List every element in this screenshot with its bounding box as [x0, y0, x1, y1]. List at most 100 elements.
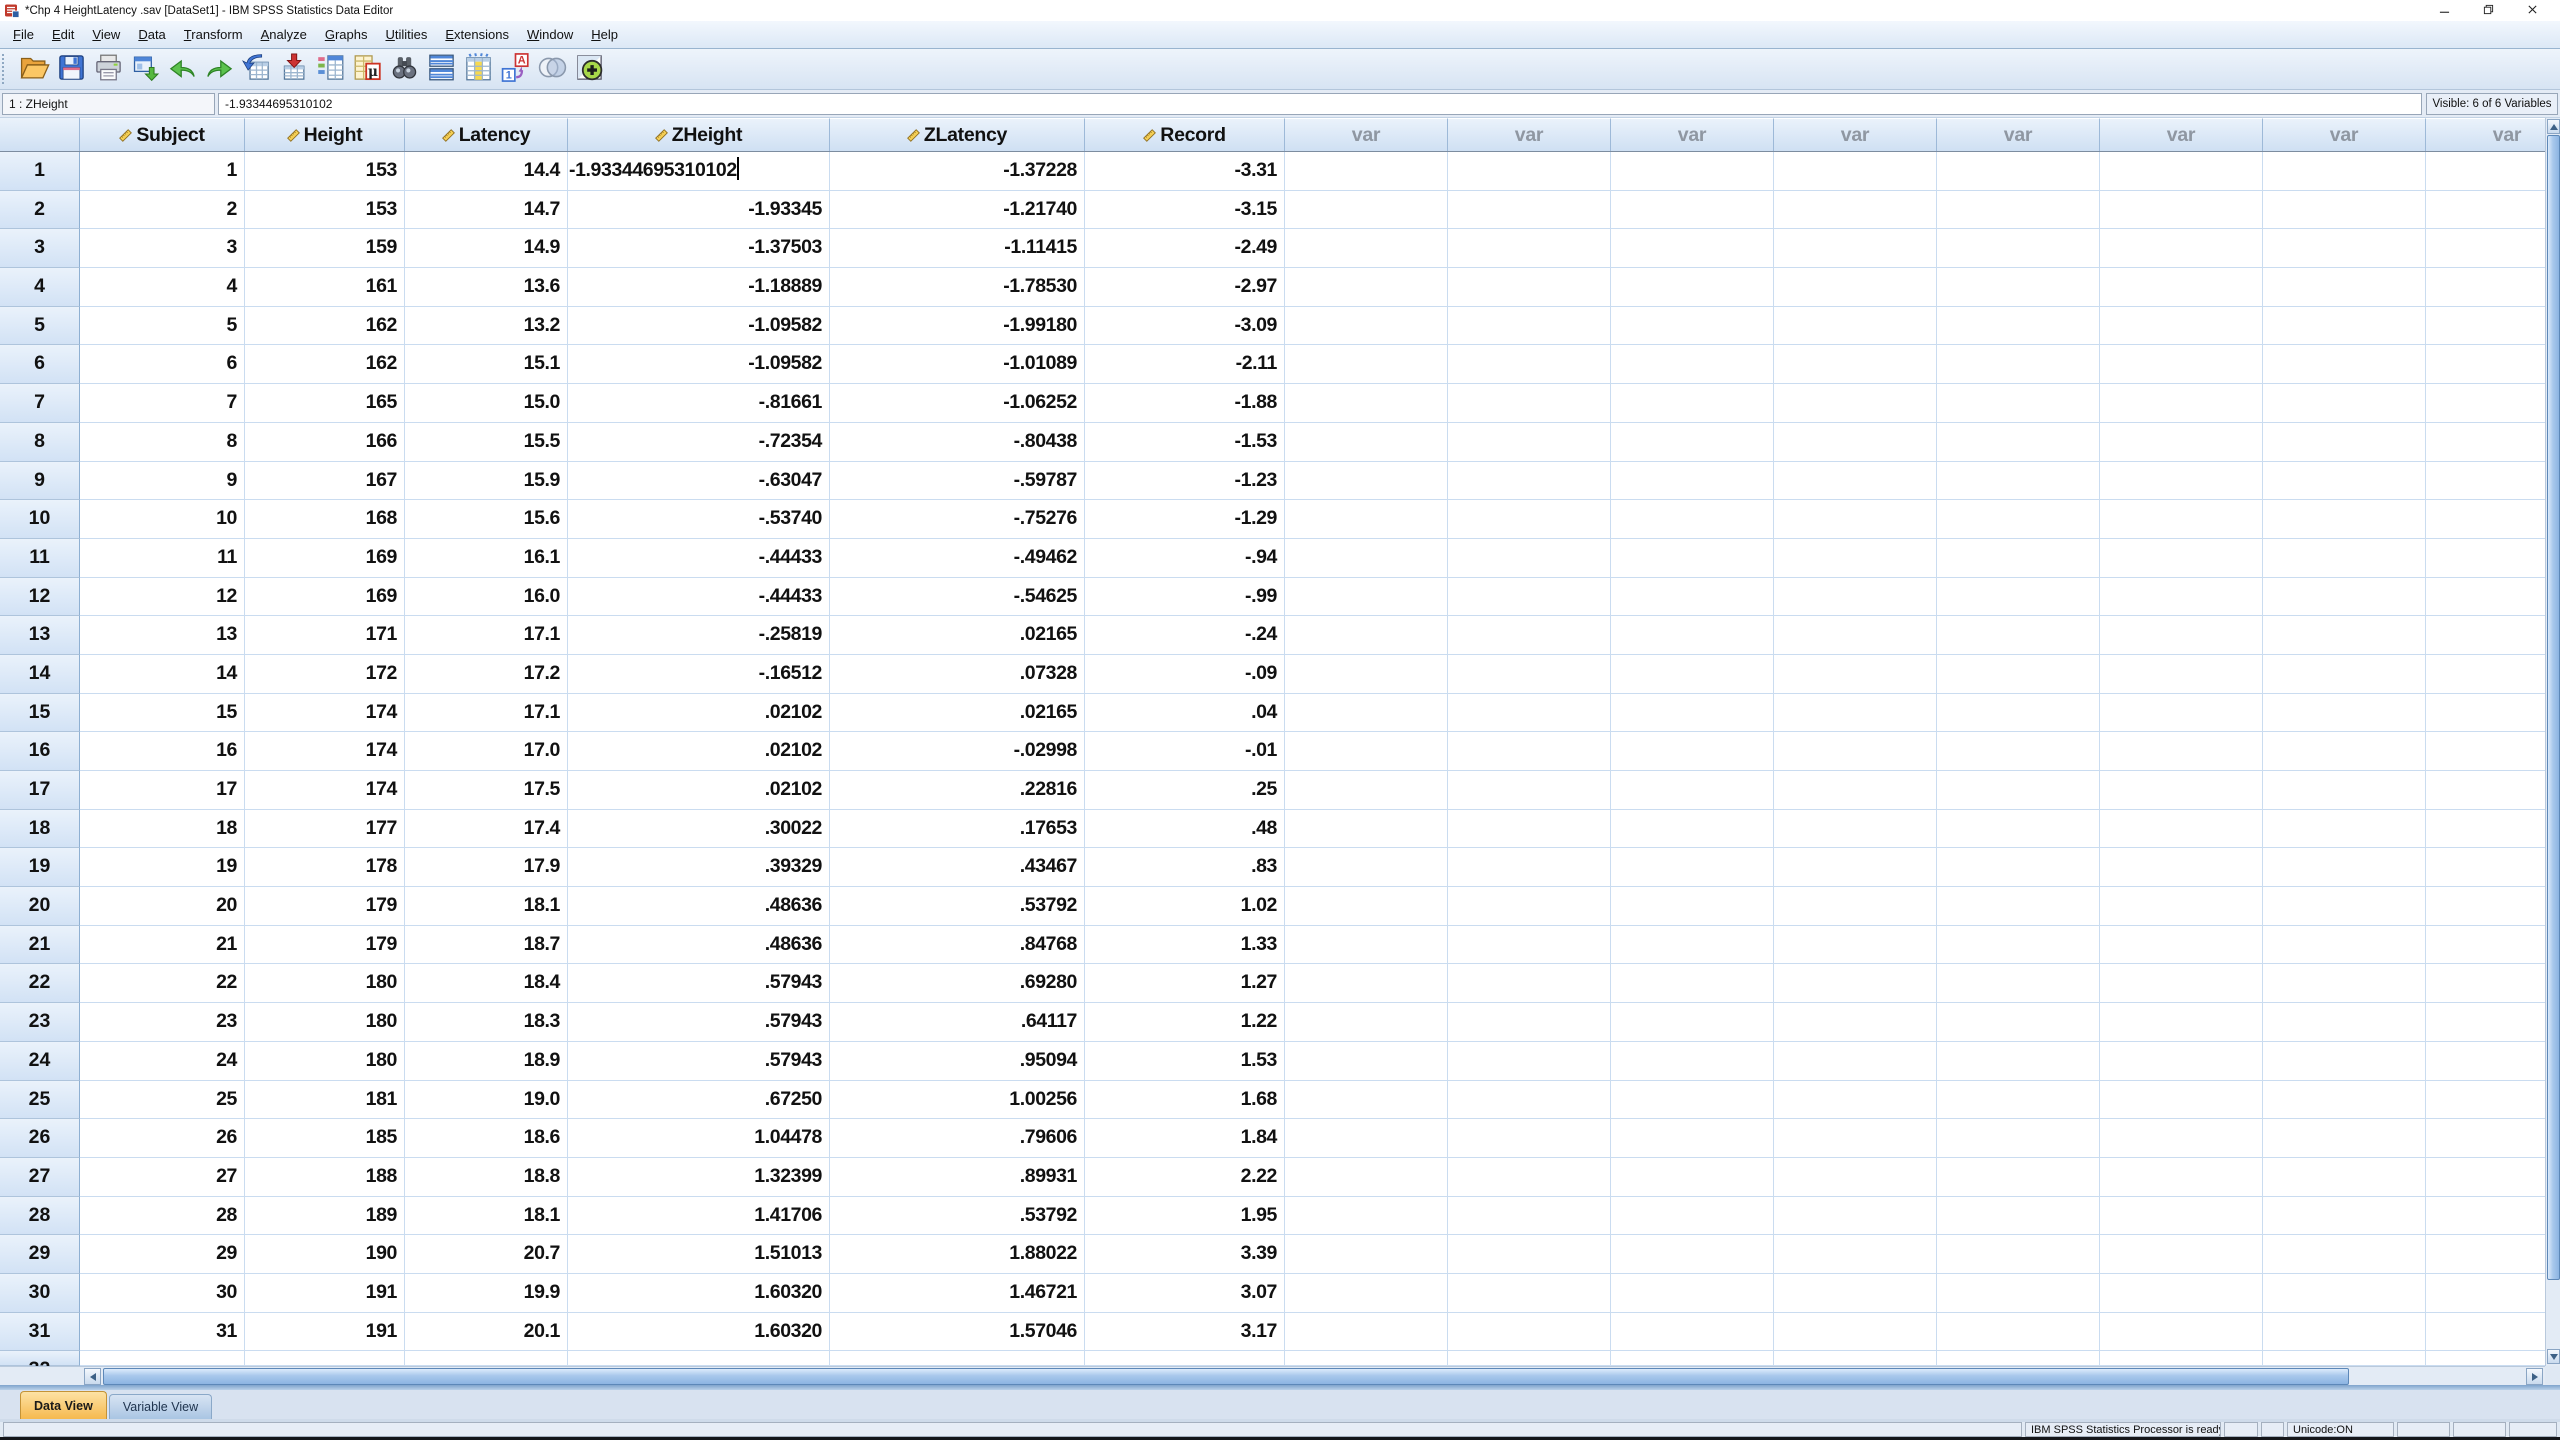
empty-cell[interactable] [1285, 694, 1448, 733]
empty-cell[interactable] [1611, 1081, 1774, 1120]
data-cell[interactable]: -1.37503 [568, 229, 830, 268]
row-number[interactable]: 16 [0, 732, 80, 771]
data-cell[interactable]: 177 [245, 810, 405, 849]
empty-cell[interactable] [1937, 345, 2100, 384]
data-cell[interactable]: .83 [1085, 848, 1285, 887]
data-cell[interactable]: -.53740 [568, 500, 830, 539]
empty-cell[interactable] [2426, 1081, 2545, 1120]
data-cell[interactable]: .02102 [568, 694, 830, 733]
empty-cell[interactable] [2426, 1003, 2545, 1042]
column-header-var[interactable]: var [1285, 118, 1448, 151]
empty-cell[interactable] [2426, 1158, 2545, 1197]
empty-cell[interactable] [1448, 616, 1611, 655]
empty-cell[interactable] [1611, 1042, 1774, 1081]
data-cell[interactable]: -1.06252 [830, 384, 1085, 423]
data-cell[interactable]: 16 [80, 732, 245, 771]
empty-cell[interactable] [245, 1351, 405, 1366]
data-cell[interactable]: 1.27 [1085, 964, 1285, 1003]
empty-cell[interactable] [1611, 655, 1774, 694]
data-cell[interactable]: 18.6 [405, 1119, 568, 1158]
data-cell[interactable]: .79606 [830, 1119, 1085, 1158]
data-cell[interactable]: 15.5 [405, 423, 568, 462]
data-cell[interactable]: 162 [245, 345, 405, 384]
data-cell[interactable]: -.09 [1085, 655, 1285, 694]
data-cell[interactable]: -1.88 [1085, 384, 1285, 423]
empty-cell[interactable] [2263, 694, 2426, 733]
data-cell[interactable]: 1.41706 [568, 1197, 830, 1236]
data-cell[interactable]: .04 [1085, 694, 1285, 733]
data-cell[interactable]: -.72354 [568, 423, 830, 462]
data-cell[interactable]: .02165 [830, 616, 1085, 655]
empty-cell[interactable] [1611, 848, 1774, 887]
empty-cell[interactable] [1774, 926, 1937, 965]
row-number[interactable]: 3 [0, 229, 80, 268]
row-number[interactable]: 19 [0, 848, 80, 887]
data-cell[interactable]: .57943 [568, 964, 830, 1003]
empty-cell[interactable] [2426, 1313, 2545, 1352]
menu-analyze[interactable]: Analyze [252, 24, 316, 45]
empty-cell[interactable] [1448, 345, 1611, 384]
empty-cell[interactable] [1448, 268, 1611, 307]
empty-cell[interactable] [1448, 539, 1611, 578]
empty-cell[interactable] [2426, 926, 2545, 965]
data-cell[interactable]: -1.23 [1085, 462, 1285, 501]
empty-cell[interactable] [1774, 771, 1937, 810]
data-cell[interactable]: 161 [245, 268, 405, 307]
menu-file[interactable]: File [4, 24, 43, 45]
data-cell[interactable]: .22816 [830, 771, 1085, 810]
empty-cell[interactable] [1937, 307, 2100, 346]
data-cell[interactable]: 17.2 [405, 655, 568, 694]
data-cell[interactable]: -1.37228 [830, 152, 1085, 191]
empty-cell[interactable] [1285, 345, 1448, 384]
empty-cell[interactable] [1285, 578, 1448, 617]
empty-cell[interactable] [2100, 887, 2263, 926]
empty-cell[interactable] [1285, 500, 1448, 539]
data-cell[interactable]: -.44433 [568, 539, 830, 578]
empty-cell[interactable] [1611, 423, 1774, 462]
empty-cell[interactable] [1611, 694, 1774, 733]
data-cell[interactable]: 21 [80, 926, 245, 965]
data-cell[interactable]: 162 [245, 307, 405, 346]
empty-cell[interactable] [1611, 1119, 1774, 1158]
empty-cell[interactable] [1448, 1274, 1611, 1313]
empty-cell[interactable] [1448, 964, 1611, 1003]
empty-cell[interactable] [1285, 1197, 1448, 1236]
column-header-latency[interactable]: Latency [405, 118, 568, 151]
empty-cell[interactable] [2100, 191, 2263, 230]
empty-cell[interactable] [1774, 500, 1937, 539]
data-cell[interactable]: 15 [80, 694, 245, 733]
empty-cell[interactable] [1448, 229, 1611, 268]
empty-cell[interactable] [1774, 1313, 1937, 1352]
use-variable-sets-button[interactable] [534, 51, 571, 88]
row-number[interactable]: 20 [0, 887, 80, 926]
empty-cell[interactable] [1448, 500, 1611, 539]
data-cell[interactable]: 3.07 [1085, 1274, 1285, 1313]
data-cell[interactable]: 153 [245, 191, 405, 230]
empty-cell[interactable] [1285, 1003, 1448, 1042]
menu-transform[interactable]: Transform [175, 24, 252, 45]
data-cell[interactable]: 10 [80, 500, 245, 539]
data-cell[interactable]: 179 [245, 887, 405, 926]
print-button[interactable] [90, 51, 127, 88]
open-data-document-button[interactable] [16, 51, 53, 88]
empty-cell[interactable] [1774, 229, 1937, 268]
data-cell[interactable]: 2.22 [1085, 1158, 1285, 1197]
empty-cell[interactable] [1937, 1351, 2100, 1366]
empty-cell[interactable] [1611, 926, 1774, 965]
row-number[interactable]: 9 [0, 462, 80, 501]
empty-cell[interactable] [568, 1351, 830, 1366]
menu-help[interactable]: Help [582, 24, 627, 45]
empty-cell[interactable] [1937, 1003, 2100, 1042]
data-cell[interactable]: 181 [245, 1081, 405, 1120]
empty-cell[interactable] [1937, 771, 2100, 810]
data-cell[interactable]: 188 [245, 1158, 405, 1197]
empty-cell[interactable] [1611, 1274, 1774, 1313]
empty-cell[interactable] [1285, 732, 1448, 771]
data-cell[interactable]: .84768 [830, 926, 1085, 965]
data-cell[interactable]: 20.7 [405, 1235, 568, 1274]
empty-cell[interactable] [2426, 384, 2545, 423]
data-cell[interactable]: 16.0 [405, 578, 568, 617]
empty-cell[interactable] [1937, 1235, 2100, 1274]
column-header-zlatency[interactable]: ZLatency [830, 118, 1085, 151]
empty-cell[interactable] [1937, 1313, 2100, 1352]
